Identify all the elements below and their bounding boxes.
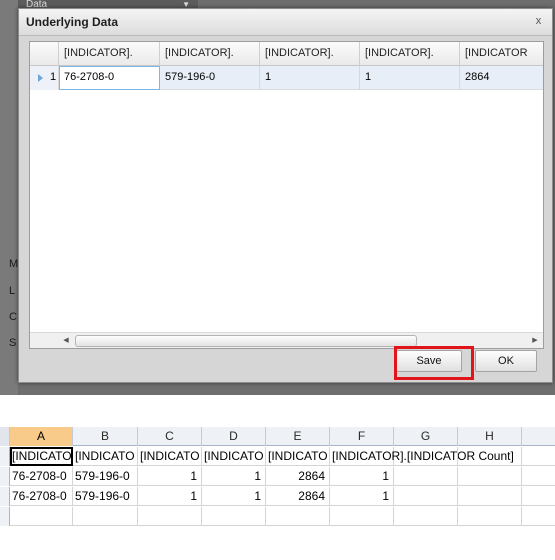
scrollbar-thumb[interactable] [75, 335, 417, 347]
sheet-cell[interactable] [73, 507, 138, 526]
row-header[interactable] [0, 467, 10, 486]
grid-column-header[interactable]: [INDICATOR]. [360, 42, 460, 66]
sheet-cell[interactable] [394, 447, 458, 466]
sheet-cell[interactable]: 579-196-0 [73, 487, 138, 506]
ok-button[interactable]: OK [475, 350, 537, 372]
grid-cell[interactable]: 76-2708-0 [59, 66, 160, 90]
sheet-cell[interactable]: 1 [330, 467, 394, 486]
sheet-cell[interactable] [458, 507, 522, 526]
background-letter: C [9, 311, 17, 323]
top-screenshot: M L C S Data ▼ Underlying Data x [INDICA… [0, 0, 555, 395]
sheet-cell[interactable]: [INDICATO [266, 447, 330, 466]
column-header[interactable]: C [138, 427, 202, 446]
grid-row-header-corner [30, 42, 59, 66]
sheet-row [0, 507, 555, 526]
sheet-cell[interactable]: 2864 [266, 487, 330, 506]
sheet-cell[interactable]: 1 [138, 487, 202, 506]
column-header[interactable]: A [10, 427, 73, 446]
sheet-cell[interactable] [10, 507, 73, 526]
grid-column-header[interactable]: [INDICATOR [460, 42, 543, 66]
column-header[interactable]: G [394, 427, 458, 446]
dialog-title: Underlying Data [26, 15, 119, 29]
background-letter: M [9, 258, 19, 270]
row-header[interactable] [0, 507, 10, 526]
dialog-titlebar: Underlying Data x [19, 9, 552, 36]
grid-column-header[interactable]: [INDICATOR]. [260, 42, 360, 66]
row-header[interactable] [0, 487, 10, 506]
sheet-cell[interactable]: [INDICATO [73, 447, 138, 466]
column-header[interactable]: H [458, 427, 522, 446]
grid-cell[interactable]: 1 [360, 66, 460, 90]
scroll-left-icon[interactable]: ◀ [58, 333, 74, 348]
sheet-row: [INDICATO [INDICATO [INDICATO [INDICATO … [0, 447, 555, 466]
sheet-cell[interactable]: [INDICATO [138, 447, 202, 466]
grid-data-row[interactable]: 1 76-2708-0 579-196-0 1 1 2864 [30, 66, 543, 90]
sheet-cell[interactable] [330, 507, 394, 526]
row-number: 1 [50, 71, 57, 83]
background-letter: L [9, 285, 16, 297]
grid-row-header[interactable]: 1 [30, 66, 59, 90]
grid-header-row: [INDICATOR]. [INDICATOR]. [INDICATOR]. [… [30, 42, 543, 66]
current-row-arrow-icon [38, 74, 43, 82]
sheet-row: 76-2708-0 579-196-0 1 1 2864 1 [0, 487, 555, 506]
close-icon[interactable]: x [531, 14, 546, 29]
sheet-cell[interactable]: [INDICATOR].[INDICATOR Count] [330, 447, 514, 466]
grid-column-header[interactable]: [INDICATOR]. [160, 42, 260, 66]
sheet-cell[interactable]: 2864 [266, 467, 330, 486]
scroll-right-icon[interactable]: ▶ [527, 333, 543, 348]
sheet-cell[interactable]: 76-2708-0 [10, 467, 73, 486]
select-all-corner[interactable] [0, 427, 10, 446]
sheet-cell[interactable]: [INDICATO [10, 447, 73, 466]
grid-cell[interactable]: 1 [260, 66, 360, 90]
sheet-cell[interactable] [138, 507, 202, 526]
sheet-cell[interactable]: [INDICATO [202, 447, 266, 466]
column-header-row: A B C D E F G H [0, 427, 555, 446]
sheet-cell[interactable] [394, 507, 458, 526]
sheet-cell[interactable]: 1 [202, 467, 266, 486]
column-header[interactable]: E [266, 427, 330, 446]
grid-cell[interactable]: 579-196-0 [160, 66, 260, 90]
row-header[interactable] [0, 447, 10, 466]
sheet-row: 76-2708-0 579-196-0 1 1 2864 1 [0, 467, 555, 486]
underlying-data-dialog: Underlying Data x [INDICATOR]. [INDICATO… [18, 8, 553, 383]
grid-cell[interactable]: 2864 [460, 66, 543, 90]
sheet-cell[interactable] [394, 467, 458, 486]
sheet-cell[interactable]: 1 [202, 487, 266, 506]
sheet-cell[interactable] [394, 487, 458, 506]
column-header[interactable]: D [202, 427, 266, 446]
sheet-cell[interactable] [266, 507, 330, 526]
sheet-cell[interactable]: 1 [138, 467, 202, 486]
sheet-cell[interactable] [458, 447, 522, 466]
sheet-cell[interactable] [458, 487, 522, 506]
data-grid: [INDICATOR]. [INDICATOR]. [INDICATOR]. [… [29, 41, 544, 349]
column-header[interactable]: B [73, 427, 138, 446]
column-header[interactable]: F [330, 427, 394, 446]
spreadsheet: A B C D E F G H [INDICATO [INDICATO [IND… [0, 427, 555, 539]
sheet-cell[interactable]: 1 [330, 487, 394, 506]
sheet-cell[interactable]: 76-2708-0 [10, 487, 73, 506]
sheet-cell[interactable] [202, 507, 266, 526]
sheet-cell[interactable] [458, 467, 522, 486]
background-app-sidebar: M L C S [0, 0, 18, 395]
save-highlight-box [394, 346, 474, 380]
sheet-cell[interactable]: 579-196-0 [73, 467, 138, 486]
grid-column-header[interactable]: [INDICATOR]. [59, 42, 160, 66]
background-letter: S [9, 337, 17, 349]
